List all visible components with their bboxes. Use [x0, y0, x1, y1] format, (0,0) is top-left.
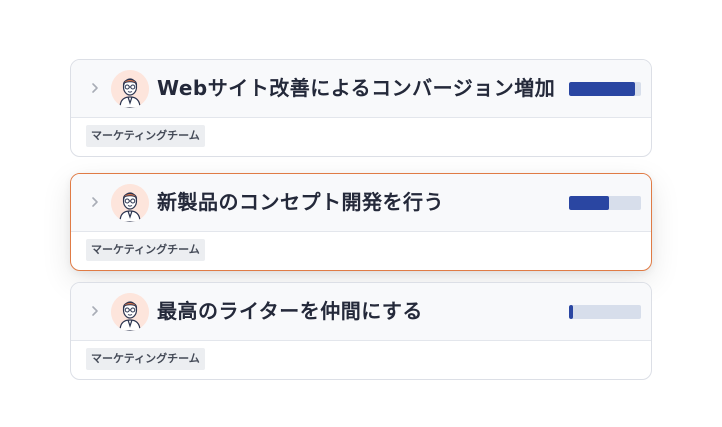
team-tag[interactable]: マーケティングチーム — [86, 239, 205, 261]
team-tag[interactable]: マーケティングチーム — [86, 348, 205, 370]
goal-title[interactable]: Webサイト改善によるコンバージョン増加 — [157, 60, 555, 117]
goal-card-header[interactable]: Webサイト改善によるコンバージョン増加 — [71, 60, 651, 118]
person-with-glasses-icon — [111, 70, 149, 108]
avatar — [111, 70, 149, 108]
goal-card-header[interactable]: 新製品のコンセプト開発を行う — [71, 174, 651, 232]
progress-bar-fill — [569, 196, 610, 210]
goal-card[interactable]: 最高のライターを仲間にする マーケティングチーム — [70, 282, 652, 380]
progress-bar — [569, 196, 641, 210]
goal-card-footer: マーケティングチーム — [71, 118, 651, 156]
avatar — [111, 184, 149, 222]
progress-bar-fill — [569, 82, 636, 96]
goal-card-highlighted[interactable]: 新製品のコンセプト開発を行う マーケティングチーム — [70, 173, 652, 271]
person-with-glasses-icon — [111, 184, 149, 222]
progress-bar — [569, 305, 641, 319]
goal-card-header[interactable]: 最高のライターを仲間にする — [71, 283, 651, 341]
goal-card-footer: マーケティングチーム — [71, 341, 651, 379]
goal-title[interactable]: 新製品のコンセプト開発を行う — [157, 174, 444, 231]
person-with-glasses-icon — [111, 293, 149, 331]
avatar — [111, 293, 149, 331]
goal-card-footer: マーケティングチーム — [71, 232, 651, 270]
team-tag[interactable]: マーケティングチーム — [86, 125, 205, 147]
chevron-right-icon[interactable] — [87, 78, 103, 98]
chevron-right-icon[interactable] — [87, 301, 103, 321]
goal-card[interactable]: Webサイト改善によるコンバージョン増加 マーケティングチーム — [70, 59, 652, 157]
goal-title[interactable]: 最高のライターを仲間にする — [157, 283, 423, 340]
progress-bar-fill — [569, 305, 574, 319]
progress-bar — [569, 82, 641, 96]
chevron-right-icon[interactable] — [87, 192, 103, 212]
